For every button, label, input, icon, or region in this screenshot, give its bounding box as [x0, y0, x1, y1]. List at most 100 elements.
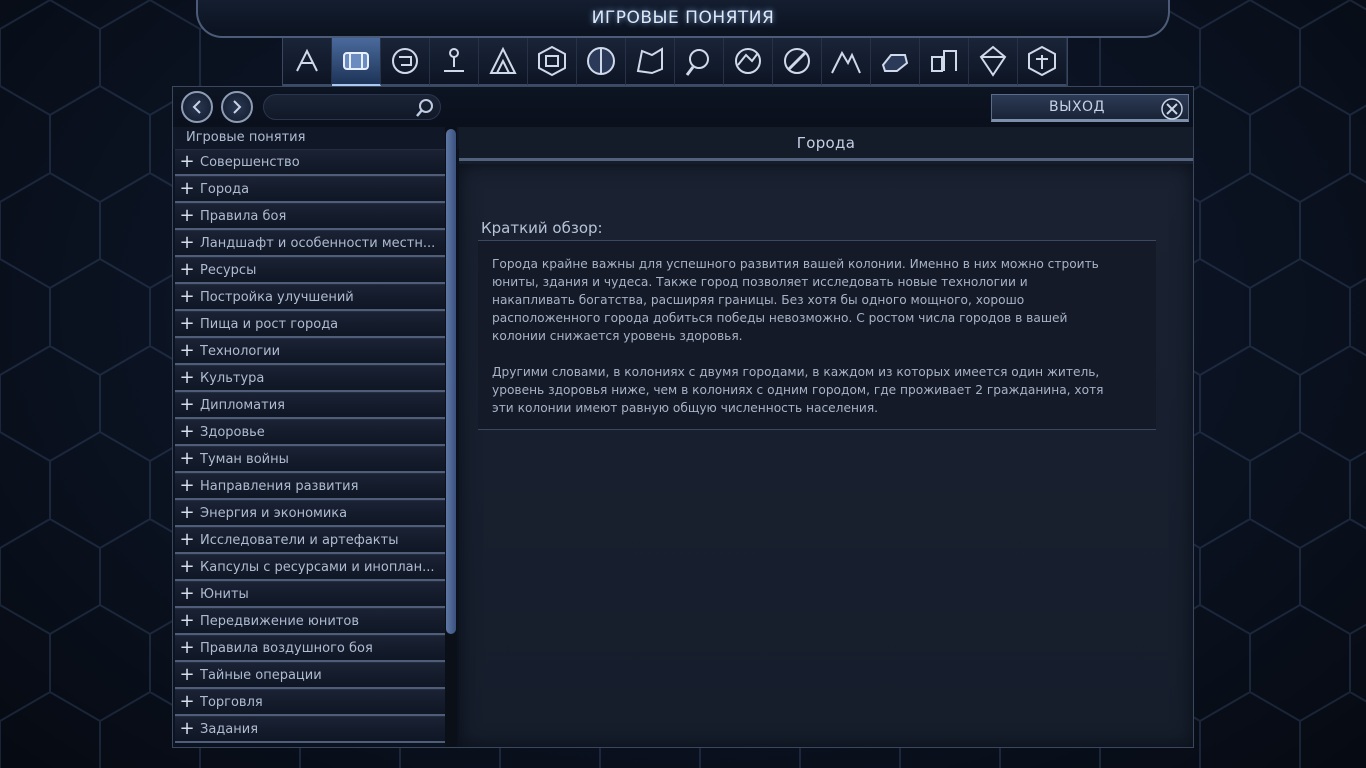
plus-icon: + [179, 448, 195, 469]
plus-icon: + [179, 259, 195, 280]
exit-button[interactable]: ВЫХОД [991, 94, 1189, 122]
sidebar-item[interactable]: + Туман войны [175, 446, 445, 473]
tab-faction[interactable] [1018, 38, 1067, 86]
sidebar-item[interactable]: + Направления развития [175, 473, 445, 500]
plus-icon: + [179, 340, 195, 361]
sidebar-item-label: Тайные операции [200, 667, 322, 683]
sidebar-list: + Совершенство + Города + Правила боя + Ландшаф… [173, 149, 459, 743]
sidebar-item[interactable]: + Культура [175, 365, 445, 392]
sidebar-header[interactable]: Игровые понятия [173, 127, 459, 149]
sidebar-item-label: Технологии [200, 343, 281, 359]
sidebar-item[interactable]: + Правила воздушного боя [175, 635, 445, 662]
sidebar-item-label: Правила воздушного боя [200, 640, 373, 656]
sidebar-item[interactable]: + Задания [175, 716, 445, 743]
tab-affinity[interactable] [479, 38, 528, 86]
sidebar-item[interactable]: + Ландшафт и особенности местн... [175, 230, 445, 257]
sidebar-item-label: Туман войны [200, 451, 289, 467]
tab-terrain[interactable] [626, 38, 675, 86]
tab-explore[interactable] [675, 38, 724, 86]
tab-game-concepts[interactable] [332, 38, 381, 86]
tab-improvements[interactable] [920, 38, 969, 86]
tab-resource[interactable] [871, 38, 920, 86]
plus-icon: + [179, 313, 195, 334]
sidebar-item[interactable]: + Города [175, 176, 445, 203]
tab-alien[interactable] [822, 38, 871, 86]
plus-icon: + [179, 610, 195, 631]
sidebar-item-label: Совершенство [200, 154, 300, 170]
wonders-icon [587, 47, 615, 75]
sidebar-item[interactable]: + Капсулы с ресурсами и иноплан... [175, 554, 445, 581]
resource-icon [881, 54, 909, 72]
search-icon[interactable] [414, 97, 436, 119]
sidebar-item[interactable]: + Здоровье [175, 419, 445, 446]
sidebar-item-label: Дипломатия [200, 397, 285, 413]
sidebar-item[interactable]: + Совершенство [175, 149, 445, 176]
stations-icon [979, 45, 1007, 77]
sidebar-item-label: Пища и рост города [200, 316, 339, 332]
sidebar-item-label: Юниты [200, 586, 249, 602]
forward-button[interactable] [221, 91, 253, 123]
sidebar-item[interactable]: + Энергия и экономика [175, 500, 445, 527]
sidebar-item-label: Ландшафт и особенности местн... [200, 235, 436, 251]
chevron-left-icon [192, 100, 201, 114]
plus-icon: + [179, 637, 195, 658]
tab-wonders[interactable] [577, 38, 626, 86]
plus-icon: + [179, 691, 195, 712]
back-button[interactable] [181, 91, 213, 123]
tab-buildings[interactable] [528, 38, 577, 86]
sidebar-item[interactable]: + Дипломатия [175, 392, 445, 419]
summary-paragraph-2: Другими словами, в колониях с двумя горо… [492, 365, 1104, 415]
sidebar-item[interactable]: + Юниты [175, 581, 445, 608]
tab-compass[interactable] [283, 38, 332, 86]
alien-icon [831, 50, 861, 74]
sidebar-item[interactable]: + Передвижение юнитов [175, 608, 445, 635]
sidebar-item[interactable]: + Торговля [175, 689, 445, 716]
exit-label: ВЫХОД [1048, 99, 1105, 115]
window-title: ИГРОВЫЕ ПОНЯТИЯ [591, 8, 775, 28]
sidebar-item-label: Торговля [200, 694, 263, 710]
unit-figure-icon [444, 48, 464, 72]
game-concepts-icon [343, 52, 369, 70]
chevron-right-icon [233, 100, 242, 114]
summary-title: Краткий обзор: [481, 219, 603, 237]
sidebar-item-label: Города [200, 181, 250, 197]
tab-stations[interactable] [969, 38, 1018, 86]
tab-map[interactable] [724, 38, 773, 86]
buildings-icon [538, 45, 566, 77]
sidebar-item[interactable]: + Тайные операции [175, 662, 445, 689]
explore-icon [685, 49, 709, 76]
sidebar-item-label: Ресурсы [200, 262, 257, 278]
plus-icon: + [179, 529, 195, 550]
plus-icon: + [179, 583, 195, 604]
sidebar-item-label: Энергия и экономика [200, 505, 348, 521]
improvements-icon [931, 50, 957, 72]
sidebar-item-label: Здоровье [200, 424, 265, 440]
sidebar-item-label: Исследователи и артефакты [200, 532, 399, 548]
sidebar-item[interactable]: + Технологии [175, 338, 445, 365]
scroll-thumb[interactable] [446, 129, 456, 634]
tab-unit-figure[interactable] [430, 38, 479, 86]
plus-icon: + [179, 178, 195, 199]
close-icon[interactable] [1160, 97, 1184, 121]
sidebar-item[interactable]: + Ресурсы [175, 257, 445, 284]
sidebar-item-label: Передвижение юнитов [200, 613, 359, 629]
sidebar-item[interactable]: + Правила боя [175, 203, 445, 230]
nav-bar: ВЫХОД [173, 87, 1193, 127]
article-body: Краткий обзор: Города крайне важны для у… [459, 164, 1193, 747]
summary-paragraph-1: Города крайне важны для успешного развит… [492, 257, 1099, 343]
tab-tech-web[interactable] [381, 38, 430, 86]
sidebar-item[interactable]: + Исследователи и артефакты [175, 527, 445, 554]
search-input[interactable] [264, 95, 404, 119]
tab-orbital[interactable] [773, 38, 822, 86]
sidebar-item-label: Задания [200, 721, 259, 737]
plus-icon: + [179, 286, 195, 307]
window-title-bar: ИГРОВЫЕ ПОНЯТИЯ [196, 0, 1170, 38]
sidebar-scrollbar[interactable] [445, 127, 457, 747]
orbital-icon [784, 48, 810, 74]
sidebar-item[interactable]: + Пища и рост города [175, 311, 445, 338]
sidebar-item[interactable]: + Постройка улучшений [175, 284, 445, 311]
plus-icon: + [179, 205, 195, 226]
plus-icon: + [179, 556, 195, 577]
civilopedia-panel: ВЫХОД Игровые понятия + Совершенство + Горо… [172, 86, 1194, 748]
terrain-icon [636, 47, 663, 75]
